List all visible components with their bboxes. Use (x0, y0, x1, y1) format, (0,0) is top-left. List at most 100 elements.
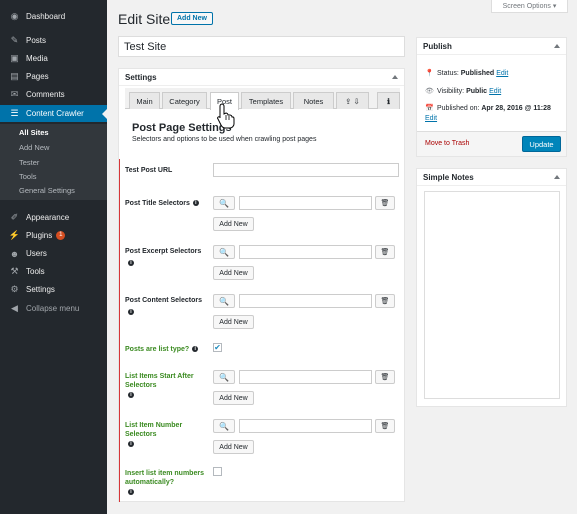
edit-status-link[interactable]: Edit (496, 70, 508, 77)
submenu-tools[interactable]: Tools (19, 172, 37, 181)
settings-title: Settings (125, 72, 157, 82)
move-to-trash-link[interactable]: Move to Trash (425, 140, 469, 147)
menu-label: Posts (26, 36, 47, 45)
menu-tools[interactable]: ⚒ Tools (0, 263, 107, 280)
title-selector-input[interactable] (239, 196, 372, 210)
excerpt-selectors-label: Post Excerpt Selectors (125, 248, 202, 255)
tab-info-icon[interactable]: ℹ (377, 92, 400, 109)
menu-comments[interactable]: ✉ Comments (0, 86, 107, 103)
search-button[interactable]: 🔍 (213, 196, 235, 210)
remove-button[interactable]: 🗑 (375, 294, 395, 308)
info-icon[interactable]: i (128, 260, 134, 266)
tab-templates[interactable]: Templates (241, 92, 291, 109)
menu-plugins[interactable]: ⚡ Plugins 1 (0, 227, 107, 244)
search-button[interactable]: 🔍 (213, 419, 235, 433)
list-start-label: List Items Start After Selectors (125, 373, 194, 389)
menu-posts[interactable]: ✎ Posts (0, 32, 107, 49)
submenu-tester[interactable]: Tester (19, 158, 39, 167)
collapse-caret-icon[interactable] (554, 175, 560, 179)
remove-button[interactable]: 🗑 (375, 419, 395, 433)
submenu-all-sites[interactable]: All Sites (19, 128, 49, 137)
submenu-add-new[interactable]: Add New (19, 143, 49, 152)
list-start-selector-input[interactable] (239, 370, 372, 384)
crawler-submenu: All Sites Add New Tester Tools General S… (0, 124, 107, 200)
submenu-general-settings[interactable]: General Settings (19, 186, 75, 195)
menu-label: Settings (26, 285, 55, 294)
collapse-caret-icon[interactable] (554, 44, 560, 48)
add-new-selector-button[interactable]: Add New (213, 391, 254, 405)
menu-dashboard[interactable]: ◉ Dashboard (0, 8, 107, 25)
section-description: Selectors and options to be used when cr… (132, 136, 317, 143)
search-icon: 🔍 (219, 296, 229, 306)
edit-visibility-link[interactable]: Edit (489, 88, 501, 95)
settings-header[interactable]: Settings (119, 69, 404, 86)
dashboard-icon: ◉ (10, 11, 19, 21)
notes-header[interactable]: Simple Notes (417, 169, 566, 186)
info-icon[interactable]: i (128, 309, 134, 315)
info-icon[interactable]: i (192, 200, 199, 207)
add-new-button[interactable]: Add New (171, 12, 213, 25)
info-icon[interactable]: i (128, 441, 134, 447)
tab-main[interactable]: Main (129, 92, 160, 109)
list-number-label: List Item Number Selectors (125, 422, 183, 438)
menu-label: Collapse menu (26, 304, 80, 313)
menu-label: Pages (26, 72, 49, 81)
test-url-input[interactable] (213, 163, 399, 177)
add-new-selector-button[interactable]: Add New (213, 266, 254, 280)
tab-category[interactable]: Category (162, 92, 207, 109)
notes-textarea[interactable] (424, 191, 560, 399)
insert-numbers-label: Insert list item numbers automatically? (125, 470, 204, 486)
edit-date-row: Edit (425, 115, 437, 122)
menu-pages[interactable]: ▤ Pages (0, 68, 107, 85)
plug-icon: ⚡ (8, 230, 21, 240)
menu-settings[interactable]: ⚙ Settings (0, 281, 107, 298)
tab-import-export-icon[interactable]: ⇪ ⇩ (336, 92, 369, 109)
excerpt-selector-input[interactable] (239, 245, 372, 259)
add-new-selector-button[interactable]: Add New (213, 440, 254, 454)
trash-icon: 🗑 (380, 423, 390, 430)
post-title-input[interactable] (118, 36, 405, 57)
search-button[interactable]: 🔍 (213, 370, 235, 384)
pin-icon: ✎ (10, 35, 19, 45)
remove-button[interactable]: 🗑 (375, 370, 395, 384)
wrench-icon: ⚒ (10, 266, 19, 276)
info-icon[interactable]: i (128, 392, 134, 398)
remove-button[interactable]: 🗑 (375, 245, 395, 259)
collapse-caret-icon[interactable] (392, 75, 398, 79)
search-button[interactable]: 🔍 (213, 245, 235, 259)
menu-appearance[interactable]: ✐ Appearance (0, 209, 107, 226)
menu-label: Users (26, 249, 47, 258)
trash-icon: 🗑 (380, 374, 390, 381)
menu-label: Plugins (26, 231, 53, 240)
required-indicator-line (119, 159, 120, 502)
page-icon: ▤ (10, 71, 19, 81)
screen-options-button[interactable]: Screen Options ▾ (491, 0, 568, 13)
add-new-selector-button[interactable]: Add New (213, 315, 254, 329)
brush-icon: ✐ (10, 212, 19, 222)
insert-numbers-checkbox[interactable] (213, 467, 222, 476)
tab-bar: Main Category Post Templates Notes ⇪ ⇩ ℹ (125, 88, 400, 110)
list-number-selector-input[interactable] (239, 419, 372, 433)
menu-content-crawler[interactable]: ☰ Content Crawler (0, 105, 107, 122)
hand-cursor-icon (217, 103, 235, 129)
list-type-label: Posts are list type? i (125, 345, 199, 354)
menu-label: Dashboard (26, 12, 66, 21)
publish-header[interactable]: Publish (417, 38, 566, 55)
update-button[interactable]: Update (522, 136, 561, 152)
add-new-selector-button[interactable]: Add New (213, 217, 254, 231)
status-row: 📍 Status: Published Edit (425, 69, 509, 78)
list-type-checkbox[interactable]: ✔ (213, 343, 222, 352)
remove-button[interactable]: 🗑 (375, 196, 395, 210)
menu-users[interactable]: ☻ Users (0, 245, 107, 262)
collapse-icon: ◀ (11, 303, 18, 313)
edit-date-link[interactable]: Edit (425, 115, 437, 122)
publish-actions: Move to Trash Update (417, 131, 566, 156)
content-selector-input[interactable] (239, 294, 372, 308)
info-icon[interactable]: i (128, 489, 134, 495)
search-button[interactable]: 🔍 (213, 294, 235, 308)
publish-metabox: Publish 📍 Status: Published Edit 👁 Visibili… (416, 37, 567, 157)
info-icon[interactable]: i (192, 346, 199, 353)
menu-media[interactable]: ▣ Media (0, 50, 107, 67)
tab-notes[interactable]: Notes (293, 92, 334, 109)
menu-collapse[interactable]: ◀ Collapse menu (0, 300, 107, 317)
